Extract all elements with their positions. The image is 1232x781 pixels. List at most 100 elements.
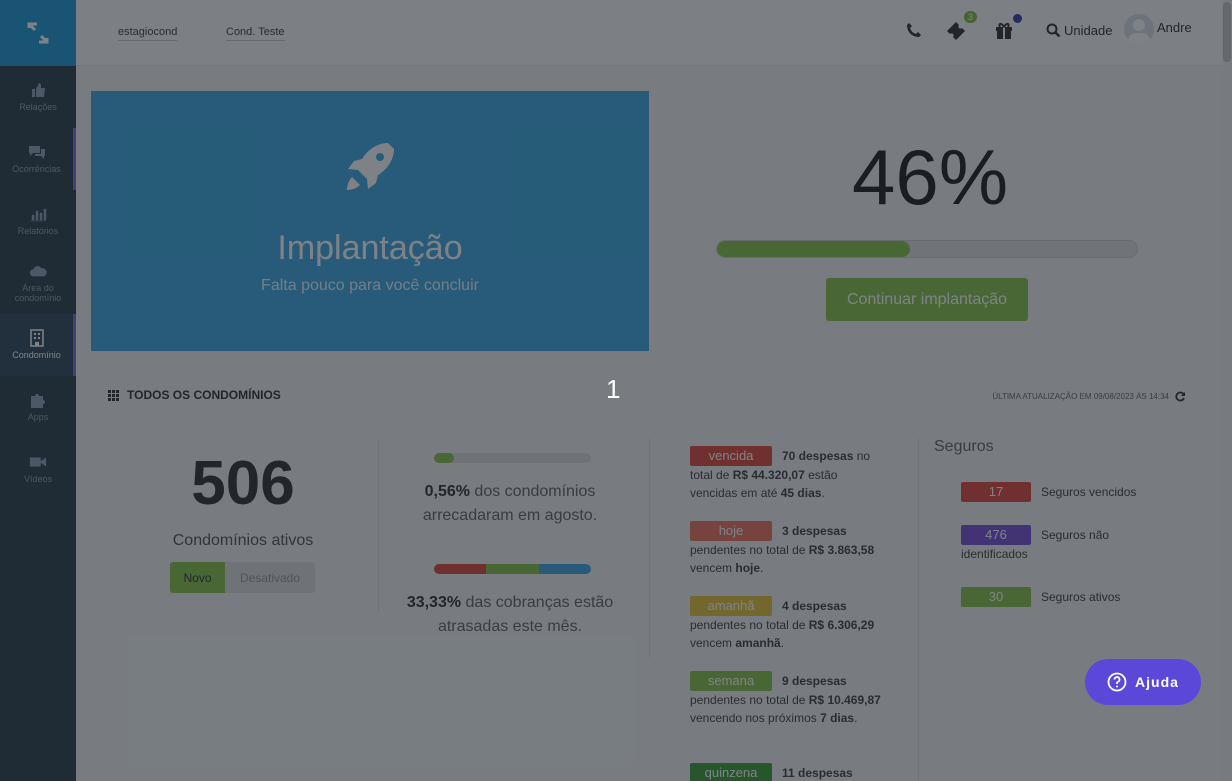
continue-implantation-button[interactable]: Continuar implantação — [826, 278, 1028, 321]
expense-item[interactable]: amanhã 4 despesas pendentes no total de R… — [690, 596, 886, 652]
unit-label: Unidade — [1064, 22, 1113, 38]
expense-item[interactable]: hoje 3 despesas pendentes no total de R$ … — [690, 521, 886, 577]
collection-bar — [434, 453, 591, 463]
comments-icon — [28, 144, 46, 160]
expense-tag: semana — [690, 671, 772, 691]
insurance-title: Seguros — [934, 438, 994, 455]
help-button[interactable]: Ajuda — [1085, 659, 1201, 705]
last-updated: ÚLTIMA ATUALIZAÇÃO EM 09/08/2023 ÀS 14:3… — [992, 391, 1186, 402]
breadcrumb-condo[interactable]: Cond. Teste — [226, 26, 285, 41]
section-header: TODOS OS CONDOMÍNIOS — [108, 388, 281, 402]
overdue-text: das cobranças estão atrasadas este mês. — [437, 594, 614, 635]
expense-text-2: vencem — [690, 561, 736, 575]
condo-filter-toggle: Novo Desativado — [170, 562, 315, 593]
grid-icon — [108, 389, 119, 401]
gift-icon[interactable] — [994, 18, 1014, 42]
overdue-bar — [434, 564, 591, 574]
progress-percent: 46% — [851, 133, 1009, 221]
avatar — [1124, 14, 1154, 44]
expense-when: 45 dias — [780, 486, 822, 500]
expense-tag: vencida — [690, 446, 772, 466]
logo-icon — [27, 22, 49, 44]
scrollbar[interactable] — [1222, 0, 1232, 781]
expense-count: 4 despesas — [782, 599, 847, 613]
building-icon — [28, 329, 46, 347]
expense-tag: quinzena — [690, 763, 772, 781]
app-logo[interactable] — [0, 0, 76, 66]
implantation-panel: Implantação Falta pouco para você conclu… — [91, 91, 649, 351]
sidebar-item-label: Relatórios — [17, 226, 59, 236]
insurance-label: Seguros ativos — [1041, 590, 1121, 604]
refresh-icon[interactable] — [1175, 391, 1186, 402]
expense-amount: R$ 44.320,07 — [732, 468, 805, 482]
ticket-badge: 3 — [964, 11, 978, 23]
overdue-bar-segment-red — [434, 564, 487, 574]
sidebar-item-label: Vídeos — [23, 474, 53, 484]
expense-when: amanhã — [735, 636, 781, 650]
rocket-icon — [347, 143, 394, 190]
phone-icon[interactable] — [906, 18, 922, 42]
help-label: Ajuda — [1135, 674, 1179, 690]
sidebar-item-apps[interactable]: Apps — [0, 376, 76, 438]
question-icon — [1107, 672, 1127, 692]
sidebar-item-ocorrencias[interactable]: Ocorrências — [0, 128, 76, 190]
expense-amount: R$ 3.863,58 — [808, 543, 875, 557]
hero-subtitle: Falta pouco para você concluir — [261, 277, 479, 294]
insurance-item-active[interactable]: 30 Seguros ativos — [961, 587, 1161, 607]
search-icon — [1046, 23, 1061, 37]
sidebar-item-videos[interactable]: Vídeos — [0, 438, 76, 500]
avatar-body-shape — [1128, 33, 1150, 44]
insurance-count-badge: 476 — [961, 525, 1031, 545]
insurance-count-badge: 30 — [961, 587, 1031, 607]
video-icon — [29, 454, 47, 470]
sidebar-item-relatorios[interactable]: Relatórios — [0, 190, 76, 252]
collection-stat: 0,56% dos condomínios arrecadaram em ago… — [400, 480, 620, 528]
expense-text-3: . — [854, 711, 858, 725]
expense-item[interactable]: semana 9 despesas pendentes no total de R… — [690, 671, 886, 727]
thumbs-up-icon — [29, 82, 47, 98]
sidebar-item-label: Área do condomínio — [14, 283, 62, 303]
overdue-stat: 33,33% das cobranças estão atrasadas est… — [400, 591, 620, 639]
topbar: estagiocond Cond. Teste 3 Unidade Andre — [76, 0, 1232, 66]
expense-text-1: pendentes no total de — [690, 693, 809, 707]
section-title: TODOS OS CONDOMÍNIOS — [127, 388, 281, 402]
sidebar-item-label: Relações — [19, 102, 57, 112]
collection-percent: 0,56% — [424, 483, 470, 500]
progress-fill — [717, 241, 911, 257]
expense-text-3: . — [821, 486, 825, 500]
sidebar-item-condominio[interactable]: Condomínio — [0, 314, 76, 376]
implantation-progress-bar — [716, 240, 1138, 258]
expense-count: 70 despesas — [782, 449, 854, 463]
expense-count: 11 despesas — [782, 766, 853, 780]
divider — [649, 438, 650, 658]
overdue-bar-segment-blue — [538, 564, 591, 574]
expense-item[interactable]: vencida 70 despesas no total de R$ 44.320… — [690, 446, 886, 502]
sidebar-item-relacoes[interactable]: Relações — [0, 66, 76, 128]
insurance-count-badge: 17 — [961, 482, 1031, 502]
puzzle-icon — [29, 392, 47, 408]
insurance-item-expired[interactable]: 17 Seguros vencidos — [961, 482, 1161, 502]
user-menu[interactable]: Andre — [1124, 14, 1192, 44]
expense-when: hoje — [735, 561, 761, 575]
toggle-novo[interactable]: Novo — [170, 562, 225, 593]
unit-search[interactable]: Unidade — [1046, 18, 1112, 42]
sidebar-item-area-condominio[interactable]: Área do condomínio — [0, 252, 76, 314]
expense-text-1: pendentes no total de — [690, 618, 809, 632]
scrollbar-thumb[interactable] — [1223, 2, 1231, 62]
expense-amount: R$ 10.469,87 — [808, 693, 881, 707]
expense-text-3: . — [760, 561, 764, 575]
expense-count: 3 despesas — [782, 524, 847, 538]
insurance-item-unidentified[interactable]: 476 Seguros não identificados — [961, 525, 1141, 564]
toggle-desativado[interactable]: Desativado — [225, 562, 315, 593]
expense-item[interactable]: quinzena 11 despesas — [690, 763, 886, 781]
expense-when: 7 dias — [820, 711, 855, 725]
divider — [378, 438, 379, 612]
divider — [918, 438, 919, 781]
breadcrumb-company[interactable]: estagiocond — [118, 26, 178, 41]
overdue-percent: 33,33% — [406, 594, 462, 611]
hero-title: Implantação — [277, 229, 463, 267]
ticket-icon[interactable] — [944, 18, 966, 42]
expense-count: 9 despesas — [782, 674, 847, 688]
condo-count-label: Condomínios ativos — [172, 532, 314, 549]
cloud-icon — [29, 263, 47, 279]
